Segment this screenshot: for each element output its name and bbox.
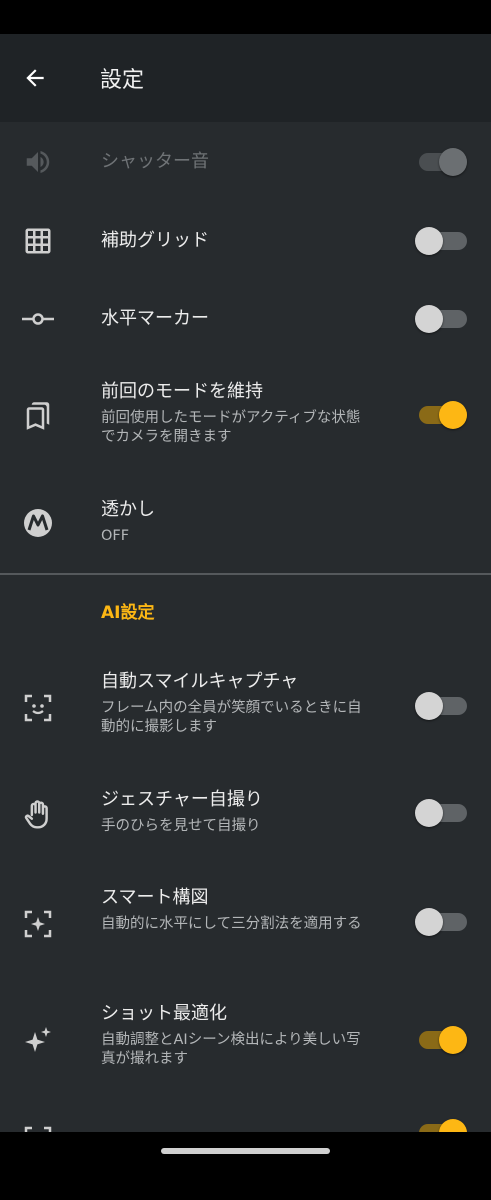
setting-row-shutter-sound[interactable]: シャッター音: [0, 122, 491, 202]
setting-row-partial[interactable]: [0, 1096, 491, 1132]
row-title: 透かし: [101, 499, 155, 520]
bookmarks-icon: [18, 396, 58, 436]
smart-composition-toggle[interactable]: [415, 907, 467, 937]
setting-row-smart-composition[interactable]: スマート構図 自動的に水平にして三分割法を適用する: [0, 864, 491, 980]
grid-icon: [18, 221, 58, 261]
motorola-logo-icon: [18, 503, 58, 543]
palm-icon: [18, 795, 58, 835]
level-marker-toggle[interactable]: [415, 304, 467, 334]
app-bar: 設定: [0, 34, 491, 122]
setting-row-grid[interactable]: 補助グリッド: [0, 202, 491, 280]
setting-row-shot-optimization[interactable]: ショット最適化 自動調整とAIシーン検出により美しい写真が撮れます: [0, 980, 491, 1096]
grid-toggle[interactable]: [415, 226, 467, 256]
back-button[interactable]: [0, 34, 70, 122]
row-subtitle: OFF: [101, 528, 130, 544]
row-subtitle: フレーム内の全員が笑顔でいるときに自動的に撮影します: [101, 700, 362, 735]
page-title: 設定: [100, 68, 145, 93]
shutter-sound-toggle[interactable]: [415, 147, 467, 177]
navigation-bar: [0, 1132, 491, 1200]
row-title: スマート構図: [101, 887, 209, 908]
sparkle-icon: [18, 1020, 58, 1060]
section-header-ai: AI設定: [101, 603, 155, 623]
gesture-selfie-toggle[interactable]: [415, 798, 467, 828]
shot-optimization-toggle[interactable]: [415, 1025, 467, 1055]
row-title: 水平マーカー: [101, 308, 209, 329]
row-title: 自動スマイルキャプチャ: [101, 671, 299, 692]
setting-row-smile-capture[interactable]: 自動スマイルキャプチャ フレーム内の全員が笑顔でいるときに自動的に撮影します: [0, 648, 491, 764]
keep-mode-toggle[interactable]: [415, 400, 467, 430]
row-subtitle: 自動的に水平にして三分割法を適用する: [101, 916, 362, 932]
level-marker-icon: [18, 299, 58, 339]
row-title: シャッター音: [101, 151, 209, 172]
settings-list: シャッター音 補助グリッド 水平マーカー 前回のモードを維持 前回使用したモード…: [0, 122, 491, 1132]
smile-capture-icon: [18, 688, 58, 728]
status-bar: [0, 0, 491, 34]
smile-capture-toggle[interactable]: [415, 691, 467, 721]
row-title: ジェスチャー自撮り: [101, 789, 263, 810]
setting-row-keep-mode[interactable]: 前回のモードを維持 前回使用したモードがアクティブな状態でカメラを開きます: [0, 358, 491, 474]
back-arrow-icon: [26, 69, 44, 87]
partial-row-toggle[interactable]: [415, 1118, 467, 1132]
row-subtitle: 手のひらを見せて自撮り: [101, 818, 261, 834]
setting-row-watermark[interactable]: 透かし OFF: [0, 474, 491, 572]
row-title: ショット最適化: [101, 1003, 227, 1024]
focus-frame-icon: [18, 1120, 58, 1132]
setting-row-level-marker[interactable]: 水平マーカー: [0, 280, 491, 358]
row-title: 前回のモードを維持: [101, 381, 263, 402]
row-subtitle: 前回使用したモードがアクティブな状態でカメラを開きます: [101, 410, 361, 445]
home-gesture-handle[interactable]: [161, 1148, 330, 1154]
setting-row-gesture-selfie[interactable]: ジェスチャー自撮り 手のひらを見せて自撮り: [0, 764, 491, 864]
row-title: 補助グリッド: [101, 230, 209, 251]
section-divider: [0, 573, 491, 575]
row-subtitle: 自動調整とAIシーン検出により美しい写真が撮れます: [101, 1032, 361, 1067]
speaker-icon: [18, 142, 58, 182]
smart-composition-icon: [18, 904, 58, 944]
